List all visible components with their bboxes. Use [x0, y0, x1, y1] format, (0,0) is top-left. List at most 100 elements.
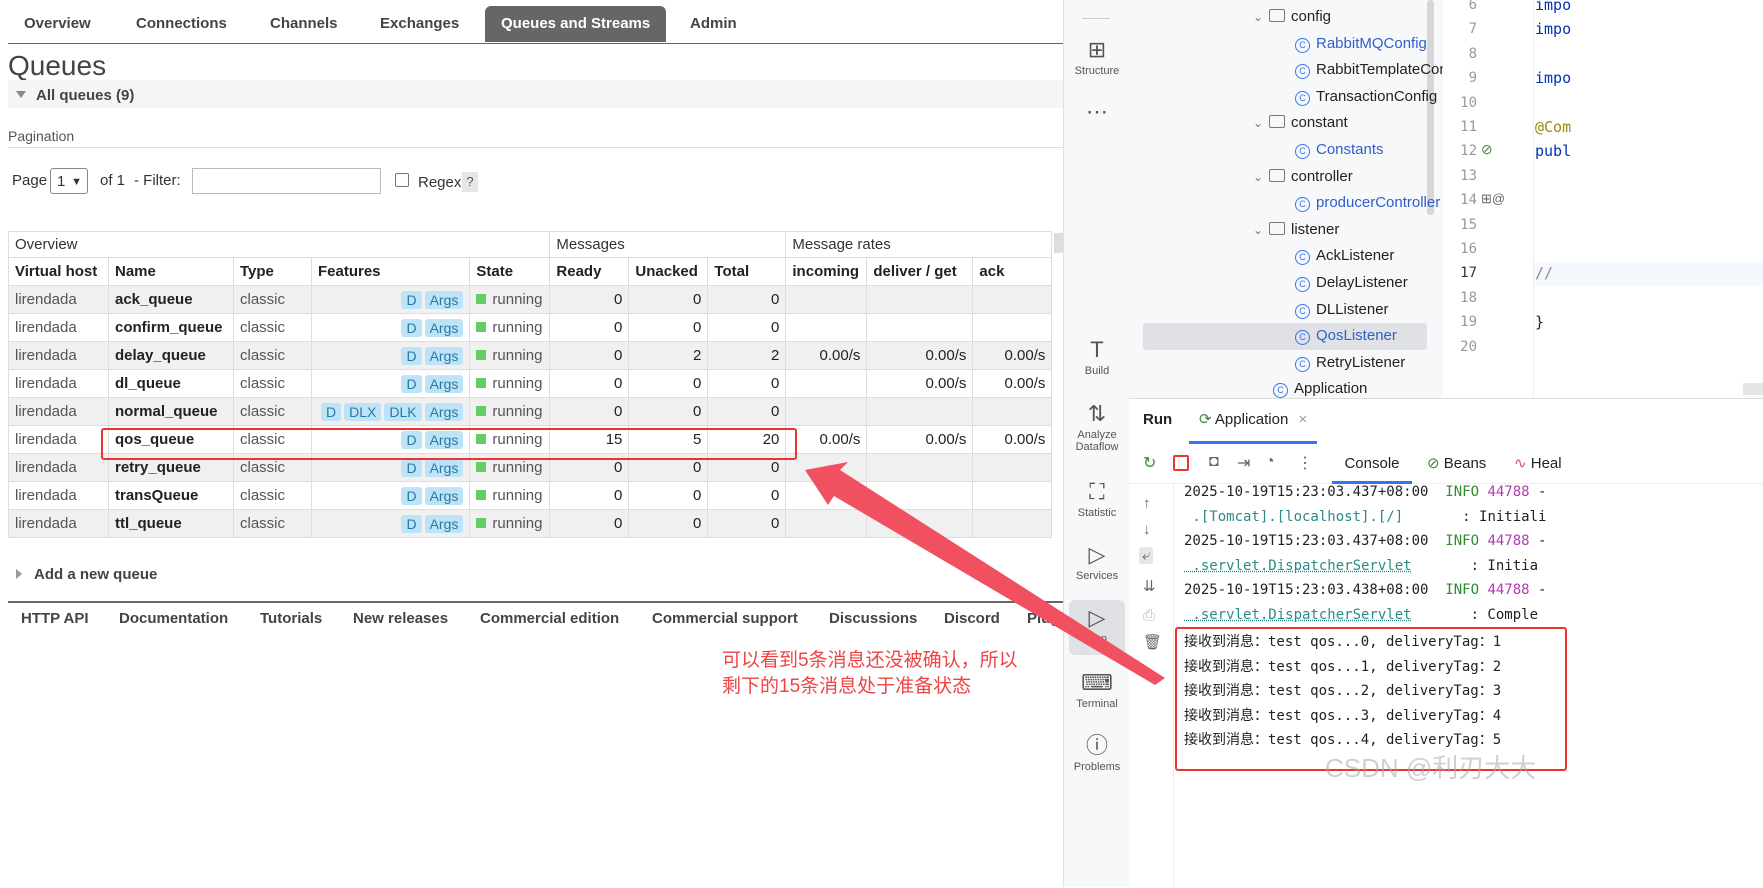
- tree-item[interactable]: ⌄ listener: [1253, 217, 1339, 243]
- footer-link-discord[interactable]: Discord: [944, 610, 1000, 627]
- tool-run[interactable]: ▷ Run: [1064, 606, 1130, 646]
- stop-icon[interactable]: [1173, 455, 1189, 471]
- cell-queue-name[interactable]: delay_queue: [108, 341, 234, 370]
- tree-item[interactable]: CproducerController: [1295, 190, 1440, 216]
- footer-link-new-releases[interactable]: New releases: [353, 610, 448, 627]
- tree-item[interactable]: C RetryListener: [1295, 350, 1405, 376]
- col-unacked[interactable]: Unacked: [628, 257, 709, 286]
- cell-queue-name[interactable]: dl_queue: [108, 369, 234, 398]
- tree-item[interactable]: C Constants: [1295, 137, 1384, 163]
- tab-channels[interactable]: Channels: [254, 6, 354, 42]
- tool-services[interactable]: ▷ Services: [1064, 543, 1130, 583]
- regex-checkbox[interactable]: [395, 173, 409, 187]
- col-features[interactable]: Features: [310, 257, 471, 286]
- tree-item[interactable]: ⌄ config: [1253, 4, 1331, 30]
- code-line: @Com: [1535, 118, 1572, 136]
- tree-item[interactable]: ⌄ constant: [1253, 110, 1348, 136]
- soft-wrap-icon[interactable]: ⤶: [1139, 547, 1154, 564]
- tree-item[interactable]: C RabbitTemplateCon: [1295, 57, 1443, 83]
- state-label: running: [492, 515, 543, 532]
- page-select[interactable]: 1 ▼: [50, 168, 88, 194]
- footer-link-http-api[interactable]: HTTP API: [21, 610, 89, 627]
- table-row[interactable]: lirendada transQueue classic D Args running 0 0…: [8, 481, 1053, 510]
- tree-item[interactable]: ⌄ controller: [1253, 164, 1353, 190]
- footer-link-documentation[interactable]: Documentation: [119, 610, 228, 627]
- restore-layout-icon[interactable]: ⇥: [1237, 453, 1250, 473]
- tool-terminal[interactable]: ⌨ Terminal: [1064, 671, 1130, 711]
- col-ack[interactable]: ack: [972, 257, 1053, 286]
- annotation-gutter-icon[interactable]: ⊞@: [1481, 191, 1505, 207]
- collapse-triangle-icon[interactable]: [16, 91, 26, 98]
- col-incoming[interactable]: incoming: [785, 257, 868, 286]
- table-row[interactable]: lirendada dl_queue classic D Args running 0 0 0 0…: [8, 369, 1053, 398]
- profiler-icon[interactable]: ◔: [1265, 453, 1275, 471]
- console-text: .servlet.DispatcherServlet: [1184, 557, 1412, 574]
- tool-statistic[interactable]: ⛶ Statistic: [1064, 480, 1130, 520]
- chevron-down-icon[interactable]: ⌄: [1253, 217, 1269, 243]
- run-config-tab[interactable]: ⟳ Application ×: [1189, 399, 1318, 444]
- clear-console-icon[interactable]: 🗑: [1143, 633, 1162, 651]
- scroll-to-end-icon[interactable]: ⇊: [1143, 577, 1156, 595]
- table-row[interactable]: lirendada ack_queue classic D Args running 0 0 0: [8, 285, 1053, 314]
- tool-analyze-dataflow[interactable]: ⇅ Analyze Dataflow: [1064, 402, 1130, 454]
- regex-help-button[interactable]: ?: [462, 172, 478, 192]
- tree-item[interactable]: C DLListener: [1295, 297, 1389, 323]
- footer-link-discussions[interactable]: Discussions: [829, 610, 917, 627]
- table-row[interactable]: lirendada ttl_queue classic D Args running 0 0 0: [8, 509, 1053, 538]
- col-type[interactable]: Type: [233, 257, 312, 286]
- all-queues-section[interactable]: All queues (9): [8, 80, 1063, 108]
- tab-overview[interactable]: Overview: [8, 6, 107, 42]
- tree-item[interactable]: C RabbitMQConfig: [1295, 31, 1427, 57]
- rerun-icon[interactable]: ↻: [1143, 453, 1156, 473]
- cell-queue-name[interactable]: ttl_queue: [108, 509, 234, 538]
- chevron-down-icon[interactable]: ⌄: [1253, 164, 1269, 190]
- tab-admin[interactable]: Admin: [674, 6, 753, 42]
- filter-input[interactable]: [192, 168, 381, 194]
- close-tab-icon[interactable]: ×: [1298, 411, 1307, 428]
- col-ready[interactable]: Ready: [549, 257, 630, 286]
- col-name[interactable]: Name: [108, 257, 234, 286]
- scroll-down-icon[interactable]: ↓: [1143, 521, 1151, 538]
- footer-link-tutorials[interactable]: Tutorials: [260, 610, 322, 627]
- footer-link-commercial-support[interactable]: Commercial support: [652, 610, 798, 627]
- tree-item[interactable]: C AckListener: [1295, 243, 1394, 269]
- code-editor[interactable]: 6 7 8 9 10 11 12 13 14 15 16 17 18 19 20 impo impo impo @…: [1443, 0, 1763, 398]
- cell-queue-name[interactable]: ack_queue: [108, 285, 234, 314]
- chevron-down-icon[interactable]: ⌄: [1253, 110, 1269, 136]
- tool-structure[interactable]: ⊞ Structure: [1064, 38, 1130, 78]
- tab-exchanges[interactable]: Exchanges: [364, 6, 475, 42]
- col-deliver-get[interactable]: deliver / get: [866, 257, 974, 286]
- screenshot-icon[interactable]: ◘: [1209, 453, 1219, 471]
- print-icon[interactable]: ⎙: [1143, 607, 1155, 624]
- tree-item[interactable]: C TransactionConfig: [1295, 84, 1437, 110]
- col-virtual-host[interactable]: Virtual host: [8, 257, 109, 286]
- tab-connections[interactable]: Connections: [120, 6, 243, 42]
- table-row[interactable]: lirendada delay_queue classic D Args running 0…: [8, 341, 1053, 370]
- tab-beans[interactable]: ⊘ Beans: [1427, 447, 1486, 481]
- tree-item[interactable]: C Application: [1273, 376, 1367, 398]
- cell-queue-name[interactable]: confirm_queue: [108, 313, 234, 342]
- tab-queues-and-streams[interactable]: Queues and Streams: [485, 6, 667, 42]
- add-queue-section[interactable]: Add a new queue: [16, 566, 157, 583]
- editor-scrollbar[interactable]: [1743, 383, 1763, 395]
- chevron-down-icon[interactable]: ⌄: [1253, 4, 1269, 30]
- tab-health[interactable]: ∿ Heal: [1514, 447, 1562, 481]
- cell-queue-name[interactable]: normal_queue: [108, 397, 234, 426]
- tool-problems[interactable]: ⓘ Problems: [1064, 734, 1130, 774]
- col-total[interactable]: Total: [707, 257, 787, 286]
- tab-console[interactable]: Console: [1332, 447, 1412, 484]
- table-row[interactable]: lirendada normal_queue classic D DLX DLK Args r…: [8, 397, 1053, 426]
- scroll-up-icon[interactable]: ↑: [1143, 495, 1151, 512]
- tree-item[interactable]: C DelayListener: [1295, 270, 1408, 296]
- tool-more[interactable]: ⋯: [1064, 100, 1130, 127]
- footer-link-plugi[interactable]: Plugi: [1027, 610, 1063, 627]
- tree-item[interactable]: C QosListener: [1295, 323, 1397, 349]
- more-actions-icon[interactable]: ⋮: [1297, 453, 1313, 473]
- table-column-header: Virtual host Name Type Features State Re…: [8, 257, 1053, 286]
- tool-build[interactable]: T Build: [1064, 338, 1130, 378]
- table-row[interactable]: lirendada confirm_queue classic D Args runnin…: [8, 313, 1053, 342]
- bean-gutter-icon[interactable]: ⊘: [1481, 141, 1493, 158]
- col-state[interactable]: State: [469, 257, 551, 286]
- footer-link-commercial-edition[interactable]: Commercial edition: [480, 610, 619, 627]
- cell-queue-name[interactable]: transQueue: [108, 481, 234, 510]
